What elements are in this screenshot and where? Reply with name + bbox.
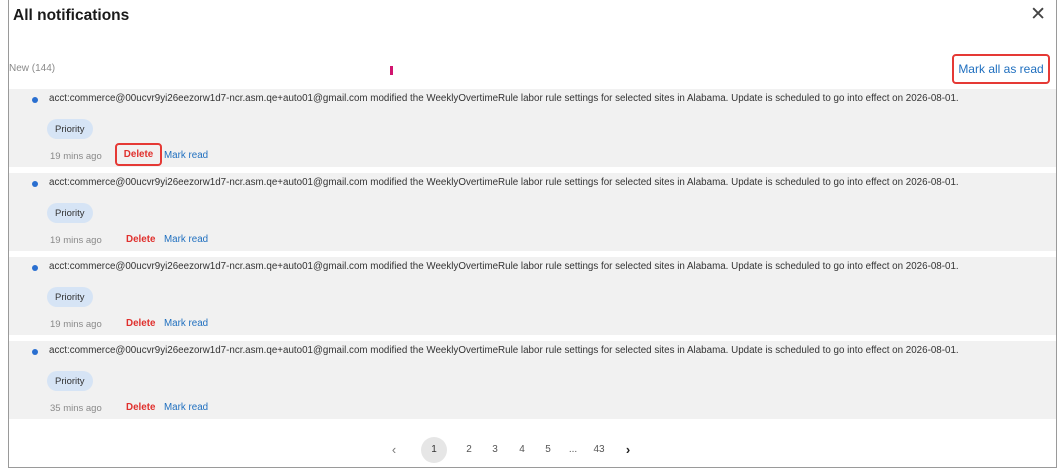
priority-badge: Priority <box>47 287 93 307</box>
page-3[interactable]: 3 <box>488 438 502 462</box>
notification-message: acct:commerce@00ucvr9yi26eezorw1d7-ncr.a… <box>49 93 959 104</box>
notification-time: 35 mins ago <box>50 403 102 414</box>
page-5[interactable]: 5 <box>541 438 555 462</box>
delete-button[interactable]: Delete <box>126 402 155 413</box>
delete-button[interactable]: Delete <box>115 143 162 166</box>
unread-dot-icon <box>32 265 38 271</box>
notification-item: acct:commerce@00ucvr9yi26eezorw1d7-ncr.a… <box>9 257 1056 341</box>
notification-message: acct:commerce@00ucvr9yi26eezorw1d7-ncr.a… <box>49 177 959 188</box>
page-ellipsis: ... <box>568 444 578 455</box>
notification-item: acct:commerce@00ucvr9yi26eezorw1d7-ncr.a… <box>9 89 1056 173</box>
priority-badge: Priority <box>47 119 93 139</box>
notification-item: acct:commerce@00ucvr9yi26eezorw1d7-ncr.a… <box>9 173 1056 257</box>
unread-dot-icon <box>32 97 38 103</box>
close-icon[interactable]: ✕ <box>1030 5 1046 25</box>
page-43[interactable]: 43 <box>589 438 609 462</box>
priority-badge: Priority <box>47 371 93 391</box>
mark-all-read-button[interactable]: Mark all as read <box>952 54 1050 84</box>
page-1[interactable]: 1 <box>421 437 447 463</box>
notification-time: 19 mins ago <box>50 235 102 246</box>
notification-message: acct:commerce@00ucvr9yi26eezorw1d7-ncr.a… <box>49 261 959 272</box>
notification-message: acct:commerce@00ucvr9yi26eezorw1d7-ncr.a… <box>49 345 959 356</box>
mark-read-button[interactable]: Mark read <box>164 150 208 161</box>
mark-read-button[interactable]: Mark read <box>164 402 208 413</box>
pagination: ‹ 1 2 3 4 5 ... 43 › <box>9 437 1056 463</box>
notification-list: acct:commerce@00ucvr9yi26eezorw1d7-ncr.a… <box>9 89 1056 425</box>
notification-item: acct:commerce@00ucvr9yi26eezorw1d7-ncr.a… <box>9 341 1056 425</box>
page-4[interactable]: 4 <box>515 438 529 462</box>
priority-badge: Priority <box>47 203 93 223</box>
unread-dot-icon <box>32 349 38 355</box>
notification-time: 19 mins ago <box>50 151 102 162</box>
new-count-label: New (144) <box>9 63 56 74</box>
page-2[interactable]: 2 <box>462 438 476 462</box>
notifications-dialog: All notifications ✕ New (144) Mark all a… <box>8 0 1057 468</box>
chevron-left-icon[interactable]: ‹ <box>387 438 401 462</box>
delete-button[interactable]: Delete <box>126 234 155 245</box>
mark-read-button[interactable]: Mark read <box>164 318 208 329</box>
dialog-header: All notifications ✕ <box>9 0 1056 38</box>
mark-read-button[interactable]: Mark read <box>164 234 208 245</box>
notification-time: 19 mins ago <box>50 319 102 330</box>
chevron-right-icon[interactable]: › <box>621 438 635 462</box>
unread-dot-icon <box>32 181 38 187</box>
cursor-marker <box>390 66 393 75</box>
delete-button[interactable]: Delete <box>126 318 155 329</box>
dialog-title: All notifications <box>13 7 130 24</box>
